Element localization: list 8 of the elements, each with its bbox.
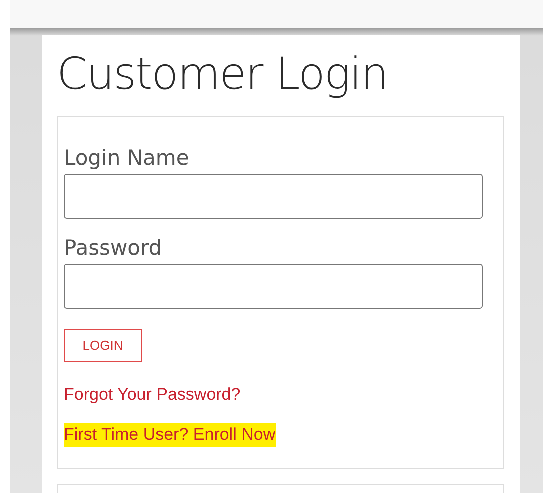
input-field[interactable] <box>64 174 483 220</box>
link[interactable]: Forgot Your Password? <box>64 383 241 408</box>
login-button[interactable]: LOGIN <box>64 329 142 362</box>
page-title: Customer Login <box>57 49 389 102</box>
input-field[interactable] <box>64 264 483 310</box>
link[interactable]: First Time User? Enroll Now <box>64 423 276 448</box>
field-label: Login Name <box>64 144 190 172</box>
field-label: Password <box>64 235 164 262</box>
